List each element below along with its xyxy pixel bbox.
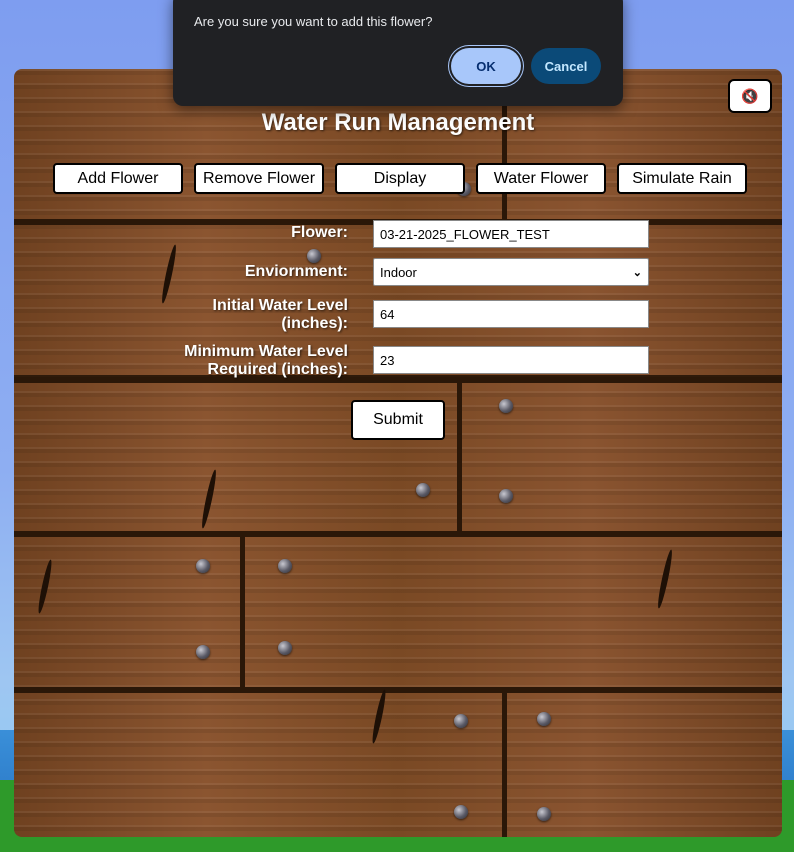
mute-button[interactable]: 🔇	[728, 79, 772, 113]
plank-seam	[14, 531, 782, 537]
nail-head	[307, 249, 321, 263]
nail-head	[196, 645, 210, 659]
nail-head	[454, 714, 468, 728]
plank-seam	[502, 687, 507, 837]
flower-label: Flower:	[291, 224, 348, 241]
nail-head	[196, 559, 210, 573]
environment-label: Enviornment:	[244, 263, 348, 280]
nail-head	[499, 399, 513, 413]
nail-head	[537, 712, 551, 726]
wood-crack	[370, 688, 388, 745]
flower-name-input[interactable]: 03-21-2025_FLOWER_TEST	[373, 220, 649, 248]
environment-selected-value: Indoor	[380, 264, 417, 280]
plank-seam	[240, 531, 245, 687]
remove-flower-button[interactable]: Remove Flower	[194, 163, 324, 194]
plank-seam	[457, 377, 462, 531]
initial-water-level-label: Initial Water Level (inches):	[213, 297, 348, 333]
minimum-water-level-label: Minimum Water Level Required (inches):	[184, 343, 348, 379]
wood-crack	[199, 469, 219, 529]
page-title: Water Run Management	[261, 109, 535, 136]
wood-crack	[36, 558, 54, 615]
initial-water-level-label-line2: (inches):	[281, 315, 348, 332]
chevron-down-icon: ⌄	[632, 266, 642, 279]
water-flower-button[interactable]: Water Flower	[476, 163, 606, 194]
initial-water-level-input[interactable]: 64	[373, 300, 649, 328]
wood-panel: 🔇 Water Run Management Add Flower Remove…	[14, 69, 782, 837]
initial-water-level-label-line1: Initial Water Level	[212, 297, 348, 314]
cancel-button[interactable]: Cancel	[531, 48, 601, 84]
nail-head	[278, 641, 292, 655]
display-button[interactable]: Display	[335, 163, 465, 194]
minimum-water-level-label-line1: Minimum Water Level	[184, 343, 348, 360]
submit-button[interactable]: Submit	[351, 400, 445, 440]
ok-button[interactable]: OK	[451, 48, 521, 84]
nail-head	[454, 805, 468, 819]
plank-seam	[14, 687, 782, 693]
simulate-rain-button[interactable]: Simulate Rain	[617, 163, 747, 194]
add-flower-button[interactable]: Add Flower	[53, 163, 183, 194]
confirm-message: Are you sure you want to add this flower…	[194, 14, 433, 29]
nail-head	[416, 483, 430, 497]
minimum-water-level-input[interactable]: 23	[373, 346, 649, 374]
action-nav: Add Flower Remove Flower Display Water F…	[53, 163, 747, 194]
nail-head	[499, 489, 513, 503]
nail-head	[537, 807, 551, 821]
confirm-dialog: Are you sure you want to add this flower…	[173, 0, 623, 106]
wood-crack	[159, 244, 179, 304]
minimum-water-level-label-line2: Required (inches):	[207, 361, 348, 378]
wood-crack	[655, 549, 675, 609]
plank-seam	[14, 377, 782, 383]
nail-head	[278, 559, 292, 573]
environment-select[interactable]: Indoor ⌄	[373, 258, 649, 286]
speaker-muted-icon: 🔇	[741, 87, 759, 104]
